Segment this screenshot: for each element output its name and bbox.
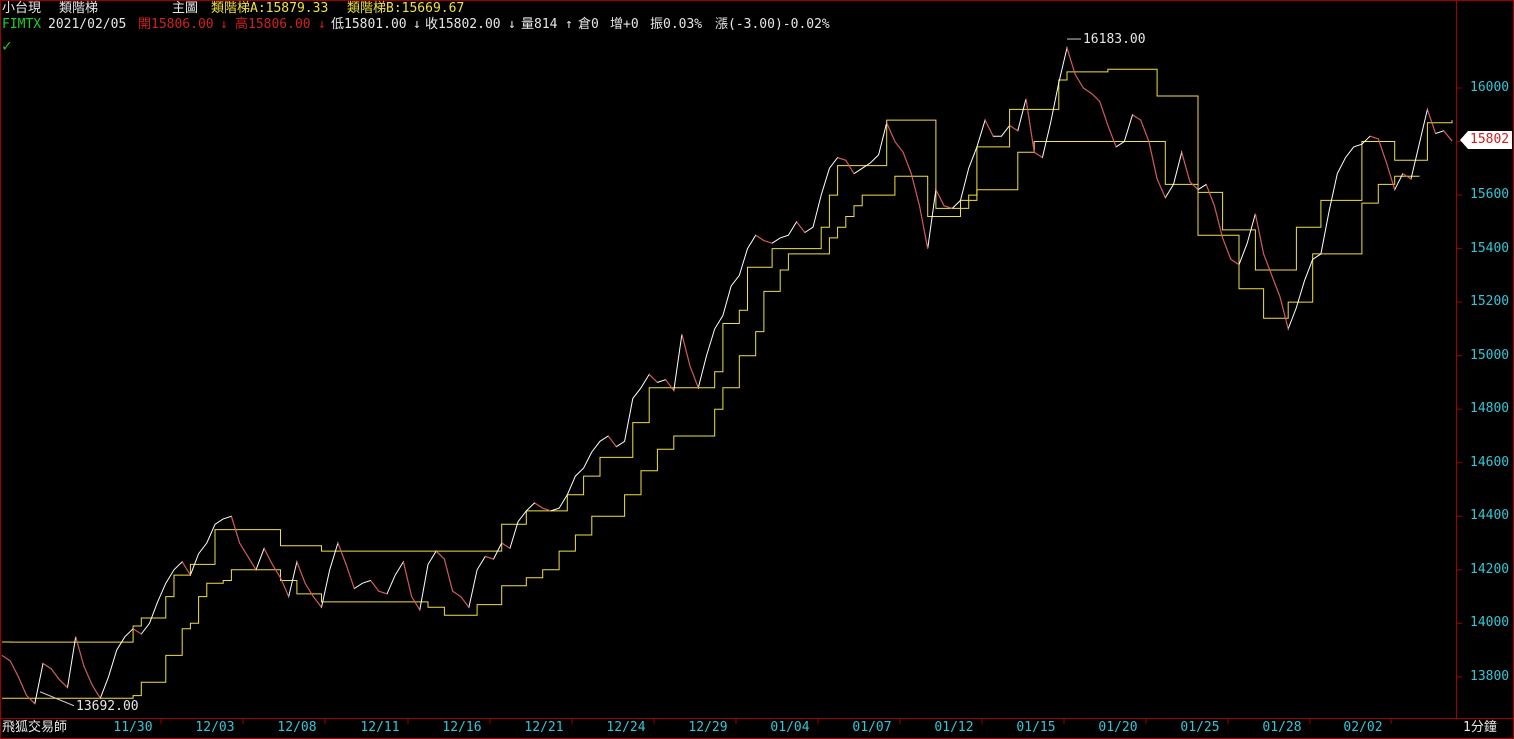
ytick-label: 14000 [1470, 615, 1510, 631]
xtick-label: 12/11 [360, 720, 400, 735]
ytick-label: 15600 [1470, 187, 1510, 203]
brand-label: 飛狐交易師 [2, 720, 68, 735]
xtick-label: 11/30 [113, 720, 153, 735]
xtick-label: 12/29 [688, 720, 728, 735]
xtick-label: 12/03 [195, 720, 235, 735]
ytick-label: 15200 [1470, 294, 1510, 310]
ytick-label: 14800 [1470, 401, 1510, 417]
xtick-label: 02/02 [1343, 720, 1383, 735]
ytick-label: 14400 [1470, 508, 1510, 524]
xtick-label: 12/08 [277, 720, 317, 735]
period-selector[interactable]: 1分鐘 [1463, 720, 1497, 736]
ladder-b-line [2, 141, 1420, 699]
ladder-a-line [2, 68, 1453, 643]
price-down-segments [1, 47, 1453, 704]
ytick-label: 14200 [1470, 561, 1510, 577]
ytick-label: 16000 [1470, 80, 1510, 95]
price-line [1, 45, 1453, 705]
ytick-label: 15400 [1470, 240, 1510, 256]
price-chart: 16183.00 13692.00 [1, 32, 1462, 724]
xtick-label: 01/04 [770, 720, 810, 735]
ytick-label: 15000 [1470, 347, 1510, 363]
xtick-label: 12/24 [606, 720, 646, 735]
xtick-label: 01/28 [1262, 720, 1302, 735]
high-marker-label: 16183.00 [1083, 32, 1146, 47]
xtick-label: 01/20 [1098, 720, 1138, 735]
xtick-label: 01/12 [934, 720, 974, 735]
ytick-label: 14600 [1470, 454, 1510, 470]
xtick-label: 01/25 [1180, 720, 1220, 735]
last-price-tag: 15802 [1460, 131, 1512, 149]
last-price-label: 15802 [1470, 132, 1510, 147]
ytick-label: 13800 [1470, 668, 1510, 684]
xtick-label: 12/16 [442, 720, 482, 735]
xtick-label: 12/21 [524, 720, 564, 735]
xtick-label: 01/15 [1016, 720, 1056, 735]
xtick-label: 01/07 [852, 720, 892, 735]
low-marker-label: 13692.00 [76, 699, 139, 714]
